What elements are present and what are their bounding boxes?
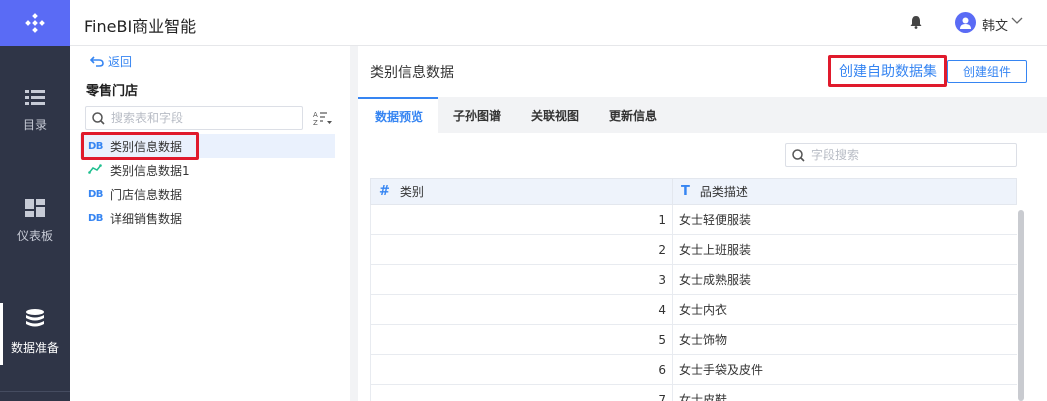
detail-tabs: 数据预览 子孙图谱 关联视图 更新信息 [358, 97, 1047, 133]
package-title: 零售门店 [86, 84, 139, 99]
cell-description: 女士皮鞋 [679, 393, 728, 401]
table-row: 5 女士饰物 [370, 325, 1017, 355]
database-icon [26, 309, 44, 327]
table-row: 3 女士成熟服装 [370, 265, 1017, 295]
rail-item-label: 仪表板 [16, 229, 53, 243]
dashboard-icon [25, 199, 45, 217]
table-detail-panel: 类别信息数据 创建自助数据集 创建组件 数据预览 子孙图谱 关联视图 更新信息 … [358, 46, 1047, 401]
table-row: 2 女士上班服装 [370, 235, 1017, 265]
table-item[interactable]: DB 类别信息数据 [80, 134, 335, 158]
db-table-icon: DB [88, 188, 103, 200]
grid-scrollbar[interactable] [1018, 210, 1024, 401]
back-arrow-icon [90, 56, 104, 67]
tab-data-preview[interactable]: 数据预览 [358, 97, 438, 133]
table-row: 7 女士皮鞋 [370, 385, 1017, 401]
search-icon [92, 111, 105, 125]
sort-az-icon[interactable]: A Z [313, 110, 333, 126]
tab-relation-view[interactable]: 关联视图 [531, 97, 579, 133]
table-row: 4 女士内衣 [370, 295, 1017, 325]
cell-category: 5 [371, 325, 673, 354]
rail-item-dashboard[interactable]: 仪表板 [0, 199, 70, 244]
create-self-dataset-button[interactable]: 创建自助数据集 [831, 58, 945, 84]
logo-icon [25, 13, 45, 33]
number-type-icon: # [379, 184, 390, 199]
grid-header: # 类别 T 品类描述 [370, 178, 1017, 205]
cell-description: 女士内衣 [679, 303, 728, 317]
back-button[interactable]: 返回 [90, 53, 132, 70]
tab-update-info[interactable]: 更新信息 [609, 97, 657, 133]
db-table-icon: DB [88, 212, 103, 224]
table-name: 类别信息数据 [110, 139, 183, 154]
table-search-input[interactable] [111, 111, 291, 125]
table-item[interactable]: DB 详细销售数据 [80, 206, 335, 230]
user-name[interactable]: 韩文 [982, 15, 1008, 34]
cell-description: 女士饰物 [679, 333, 728, 347]
field-search-input[interactable] [811, 148, 1001, 162]
table-name: 详细销售数据 [110, 211, 183, 226]
self-service-table-icon [88, 163, 110, 177]
create-component-button[interactable]: 创建组件 [947, 60, 1027, 83]
column-name: 类别 [399, 185, 424, 199]
rail-item-label: 数据准备 [10, 341, 59, 355]
cell-description: 女士手袋及皮件 [679, 363, 764, 377]
cell-category: 1 [371, 205, 673, 234]
cell-description: 女士轻便服装 [679, 213, 752, 227]
data-preview-grid: # 类别 T 品类描述 1 女士轻便服装 2 女士上班服装 3 女士成熟服装 4… [370, 178, 1017, 401]
cell-category: 4 [371, 295, 673, 324]
table-list: DB 类别信息数据 类别信息数据1 DB 门店信息数据 DB 详细销售数据 [80, 134, 335, 230]
rail-item-label: 目录 [22, 118, 47, 132]
svg-text:A: A [313, 111, 318, 119]
search-icon [792, 148, 805, 162]
column-header[interactable]: T 品类描述 [673, 179, 1016, 204]
avatar[interactable] [955, 12, 976, 33]
cell-category: 7 [371, 385, 673, 401]
user-icon [960, 17, 971, 29]
rail-item-catalog[interactable]: 目录 [0, 90, 70, 133]
table-row: 6 女士手袋及皮件 [370, 355, 1017, 385]
cell-category: 2 [371, 235, 673, 264]
column-header[interactable]: # 类别 [371, 179, 673, 204]
cell-category: 6 [371, 355, 673, 384]
table-item[interactable]: DB 门店信息数据 [80, 182, 335, 206]
cell-description: 女士上班服装 [679, 243, 752, 257]
field-search-box[interactable] [785, 143, 1017, 167]
cell-description: 女士成熟服装 [679, 273, 752, 287]
cell-category: 3 [371, 265, 673, 294]
table-item[interactable]: 类别信息数据1 [80, 158, 335, 182]
back-label: 返回 [108, 55, 133, 69]
tab-lineage[interactable]: 子孙图谱 [453, 97, 501, 133]
svg-text:Z: Z [313, 119, 318, 126]
top-header: FineBI商业智能 韩文 [70, 0, 1047, 46]
rail-divider [0, 391, 70, 392]
table-name: 门店信息数据 [110, 187, 183, 202]
db-table-icon: DB [88, 140, 103, 152]
app-title: FineBI商业智能 [84, 17, 197, 36]
table-row: 1 女士轻便服装 [370, 205, 1017, 235]
nav-rail: 目录 仪表板 数据准备 [0, 0, 70, 401]
chevron-down-icon[interactable] [1011, 17, 1023, 25]
list-icon [25, 90, 45, 105]
bell-icon[interactable] [910, 15, 922, 29]
rail-item-data-prep[interactable]: 数据准备 [0, 303, 70, 365]
table-panel: 返回 零售门店 A Z DB 类别信息数据 类别信息数据1 [70, 46, 350, 401]
table-title: 类别信息数据 [370, 65, 454, 81]
app-logo[interactable] [0, 0, 70, 46]
text-type-icon: T [681, 184, 690, 199]
table-name: 类别信息数据1 [110, 163, 190, 178]
column-name: 品类描述 [699, 185, 748, 199]
table-search-box[interactable] [85, 106, 303, 130]
